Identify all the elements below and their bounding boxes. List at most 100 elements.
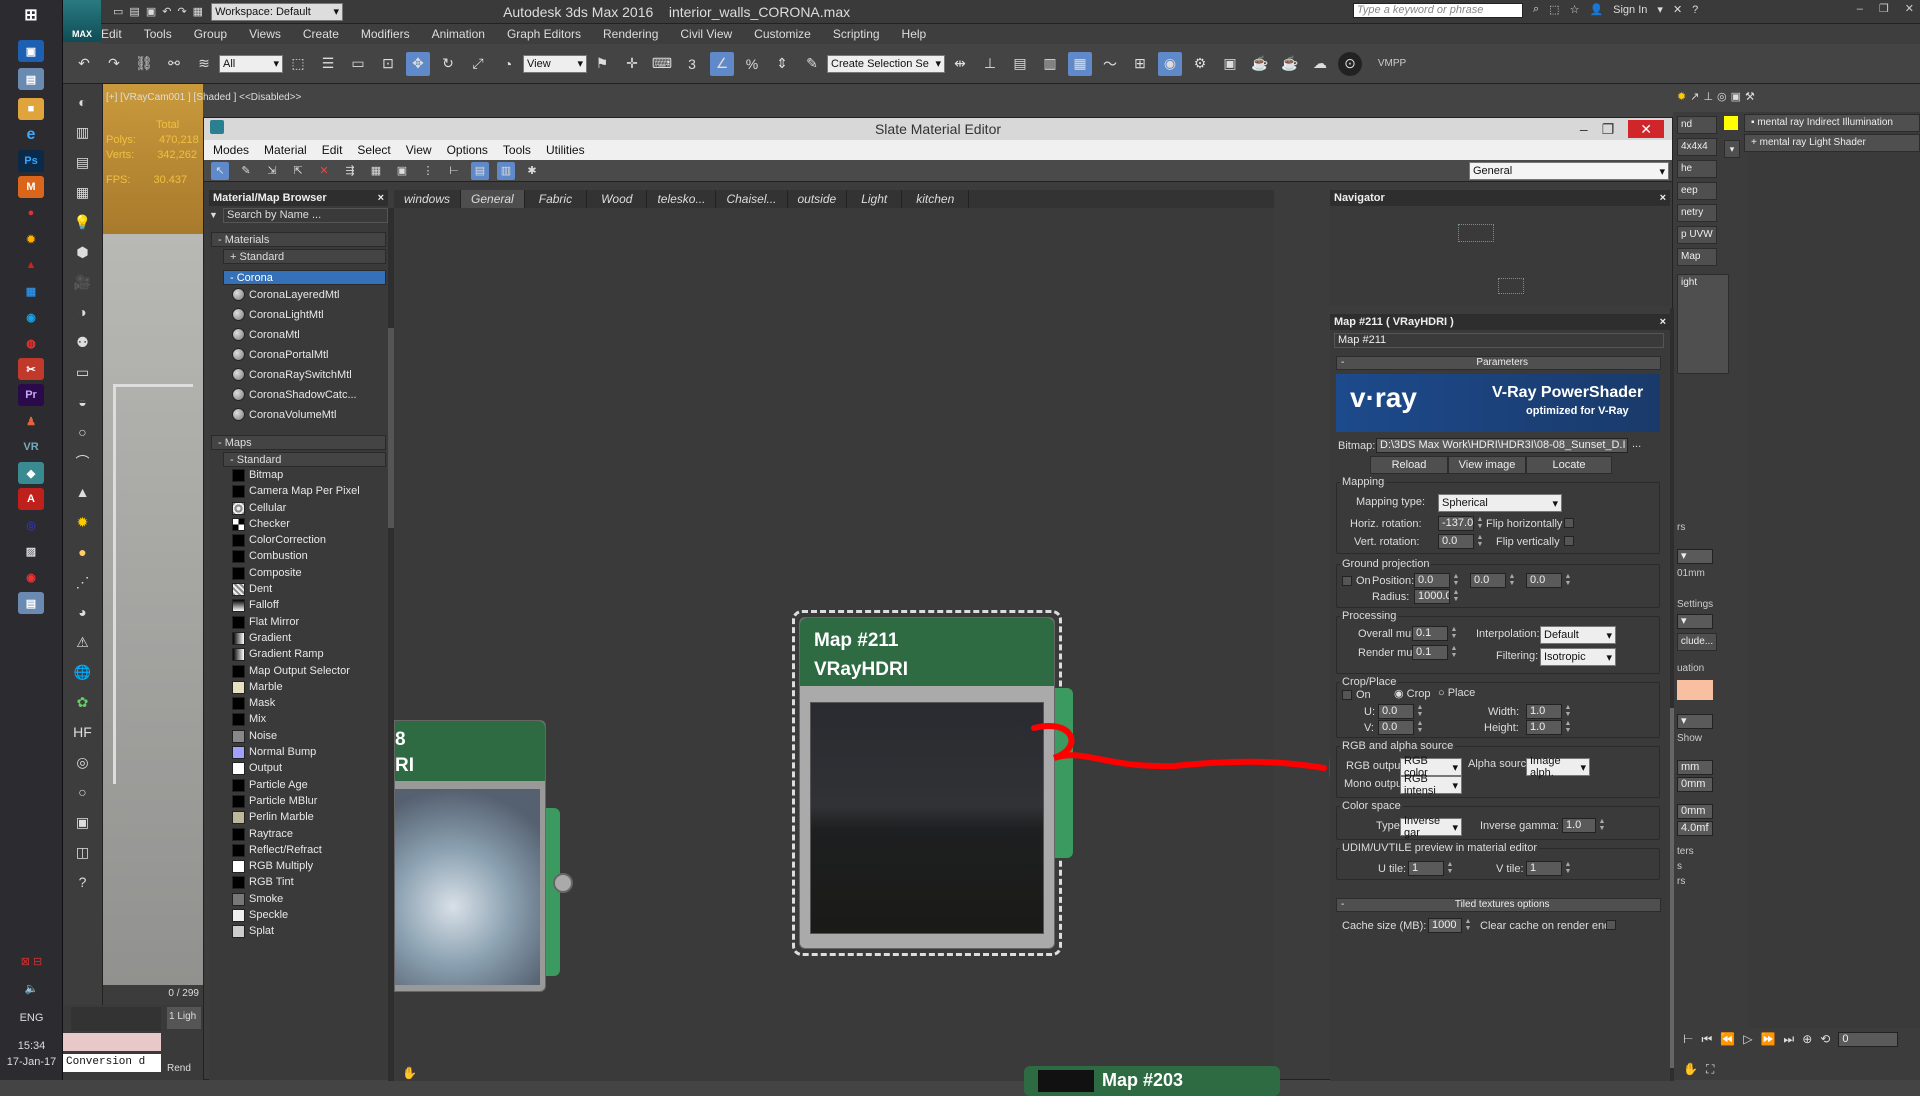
selection-filter-dropdown[interactable]: All ▾ [219, 54, 283, 73]
app-icon[interactable]: ◍ [18, 332, 44, 354]
sme-menu-edit[interactable]: Edit [322, 143, 343, 157]
sme-menu-tools[interactable]: Tools [503, 143, 531, 157]
ground-pos-y-field[interactable]: 0.0 [1470, 573, 1506, 588]
exchange-icon[interactable]: ✕ [1673, 3, 1682, 16]
plane-icon[interactable]: ▭ [71, 360, 95, 384]
app-icon[interactable]: ✹ [18, 228, 44, 250]
minimize-icon[interactable]: – [1580, 118, 1588, 140]
pan-hand-icon[interactable]: ✋ [402, 1066, 417, 1080]
menu-group[interactable]: Group [194, 27, 227, 41]
app-icon[interactable]: ✂ [18, 358, 44, 380]
photoshop-icon[interactable]: Ps [18, 150, 44, 172]
ground-pos-x-field[interactable]: 0.0 [1414, 573, 1450, 588]
menu-civil-view[interactable]: Civil View [680, 27, 732, 41]
cmd-stub[interactable]: Settings [1677, 599, 1717, 610]
navigator-minimap[interactable] [1330, 206, 1670, 306]
menu-rendering[interactable]: Rendering [603, 27, 658, 41]
sun-icon[interactable]: ✹ [1677, 90, 1686, 103]
clock-time[interactable]: 15:34 [0, 1040, 63, 1052]
map-item[interactable]: Output [223, 760, 388, 776]
mono-output-dropdown[interactable]: RGB intensi ▾ [1400, 773, 1462, 797]
pan-icon[interactable]: ✋ [1683, 1062, 1698, 1076]
menu-customize[interactable]: Customize [754, 27, 811, 41]
side-map-node[interactable]: 8 RI [394, 720, 546, 992]
keyword-search-input[interactable]: Type a keyword or phrase [1353, 3, 1523, 18]
map-item[interactable]: Map Output Selector [223, 663, 388, 679]
bitmap-path-field[interactable]: D:\3DS Max Work\HDRI\HDR3I\08-08_Sunset_… [1376, 438, 1628, 453]
spinner-icon[interactable]: ▲ ▼ [1446, 861, 1454, 876]
clock-date[interactable]: 17-Jan-17 [0, 1056, 63, 1068]
sphere-icon[interactable]: ○ [71, 420, 95, 444]
map-item[interactable]: Checker [223, 516, 388, 532]
spinner-icon[interactable]: ▲ ▼ [1508, 573, 1516, 588]
crop-v-field[interactable]: 0.0 [1378, 720, 1414, 735]
assign-material-icon[interactable]: ⇱ [289, 162, 307, 180]
map-item[interactable]: RGB Multiply [223, 858, 388, 874]
cmd-stub[interactable]: clude... [1677, 633, 1717, 651]
viewport-label[interactable]: [+] [VRayCam001 ] [Shaded ] <<Disabled>> [106, 92, 301, 103]
tiled-textures-rollout-header[interactable]: - Tiled textures options [1336, 898, 1661, 912]
cmd-stub[interactable]: he [1677, 160, 1717, 178]
render-setup-icon[interactable]: ⚙ [1188, 52, 1212, 76]
new-file-icon[interactable]: ▭ [113, 5, 123, 18]
tab-windows[interactable]: windows [394, 190, 462, 208]
map-item[interactable]: Flat Mirror [223, 614, 388, 630]
maximize-icon[interactable]: ❐ [1879, 2, 1889, 15]
cone-icon[interactable]: ▲ [71, 480, 95, 504]
corona-material-item[interactable]: CoronaMtl [223, 325, 388, 345]
grid-icon[interactable]: ⋰ [71, 570, 95, 594]
snaps-toggle-icon[interactable]: 3 [680, 52, 704, 76]
globe-icon[interactable]: 🌐 [71, 660, 95, 684]
layout-children-icon[interactable]: ⊢ [445, 162, 463, 180]
cmd-stub[interactable]: nd [1677, 116, 1717, 134]
overall-mult-field[interactable]: 0.1 [1412, 626, 1448, 641]
tool-icon[interactable]: ▤ [71, 150, 95, 174]
map-item[interactable]: Camera Map Per Pixel [223, 483, 388, 499]
move-children-icon[interactable]: ⇶ [341, 162, 359, 180]
app-icon[interactable]: ▤ [18, 592, 44, 614]
crop-u-field[interactable]: 0.0 [1378, 704, 1414, 719]
vray-frame-buffer-icon[interactable]: ⊙ [1338, 51, 1362, 76]
vray-icon[interactable]: VR [18, 436, 44, 458]
tab-outside[interactable]: outside [788, 190, 848, 208]
taskbar-app-icon[interactable]: ▣ [18, 40, 44, 62]
spinner-icon[interactable]: ▲ ▼ [1464, 918, 1472, 933]
color-swatch[interactable] [1724, 116, 1738, 130]
maximize-icon[interactable]: ❐ [1602, 118, 1615, 140]
corona-material-item[interactable]: CoronaLayeredMtl [223, 285, 388, 305]
material-editor-icon[interactable]: ◉ [1158, 51, 1182, 76]
named-selection-dropdown[interactable]: Create Selection Se ▾ [827, 54, 945, 73]
orbit-icon[interactable]: ⟲ [1820, 1032, 1830, 1046]
app-icon[interactable]: ● [18, 202, 44, 224]
close-icon[interactable]: × [1660, 190, 1666, 206]
cmd-stub-field[interactable]: ▾ [1677, 714, 1713, 729]
group-materials[interactable]: - Materials [211, 232, 386, 247]
cmd-stub-field[interactable]: mm [1677, 760, 1713, 775]
menu-edit[interactable]: Edit [101, 27, 122, 41]
reference-coord-dropdown[interactable]: View ▾ [523, 54, 587, 73]
tool-icon[interactable]: ⬢ [71, 240, 95, 264]
windows-start-icon[interactable]: ⊞ [18, 4, 44, 26]
link-icon[interactable]: ⛓ [132, 52, 156, 76]
cmd-stub[interactable]: netry [1677, 204, 1717, 222]
sme-menu-options[interactable]: Options [447, 143, 488, 157]
map-item[interactable]: Normal Bump [223, 744, 388, 760]
alpha-source-dropdown[interactable]: Image alph. ▾ [1526, 755, 1590, 779]
cmd-stub-field[interactable]: 4.0mf [1677, 821, 1713, 836]
bitmap-browse-button[interactable]: ... [1632, 438, 1641, 450]
speaker-icon[interactable]: 🔈 [0, 982, 63, 995]
tab-general[interactable]: General [461, 190, 525, 208]
app-m-icon[interactable]: M [18, 176, 44, 198]
3dsmax-icon[interactable]: ◆ [18, 462, 44, 484]
corona-material-item[interactable]: CoronaShadowCatc... [223, 385, 388, 405]
go-start-icon[interactable]: ⏮ [1701, 1032, 1712, 1047]
material-map-browser-icon[interactable]: ▤ [471, 161, 489, 180]
sphere-gold-icon[interactable]: ● [71, 540, 95, 564]
pick-material-icon[interactable]: ✎ [237, 162, 255, 180]
corona-material-item[interactable]: CoronaPortalMtl [223, 345, 388, 365]
flip-horizontally-checkbox[interactable] [1564, 518, 1574, 528]
cmd-stub[interactable]: p UVW [1677, 226, 1717, 244]
map-item[interactable]: Cellular [223, 500, 388, 516]
tool-icon[interactable]: ⚉ [71, 330, 95, 354]
pivot-icon[interactable]: ⚑ [590, 52, 614, 76]
